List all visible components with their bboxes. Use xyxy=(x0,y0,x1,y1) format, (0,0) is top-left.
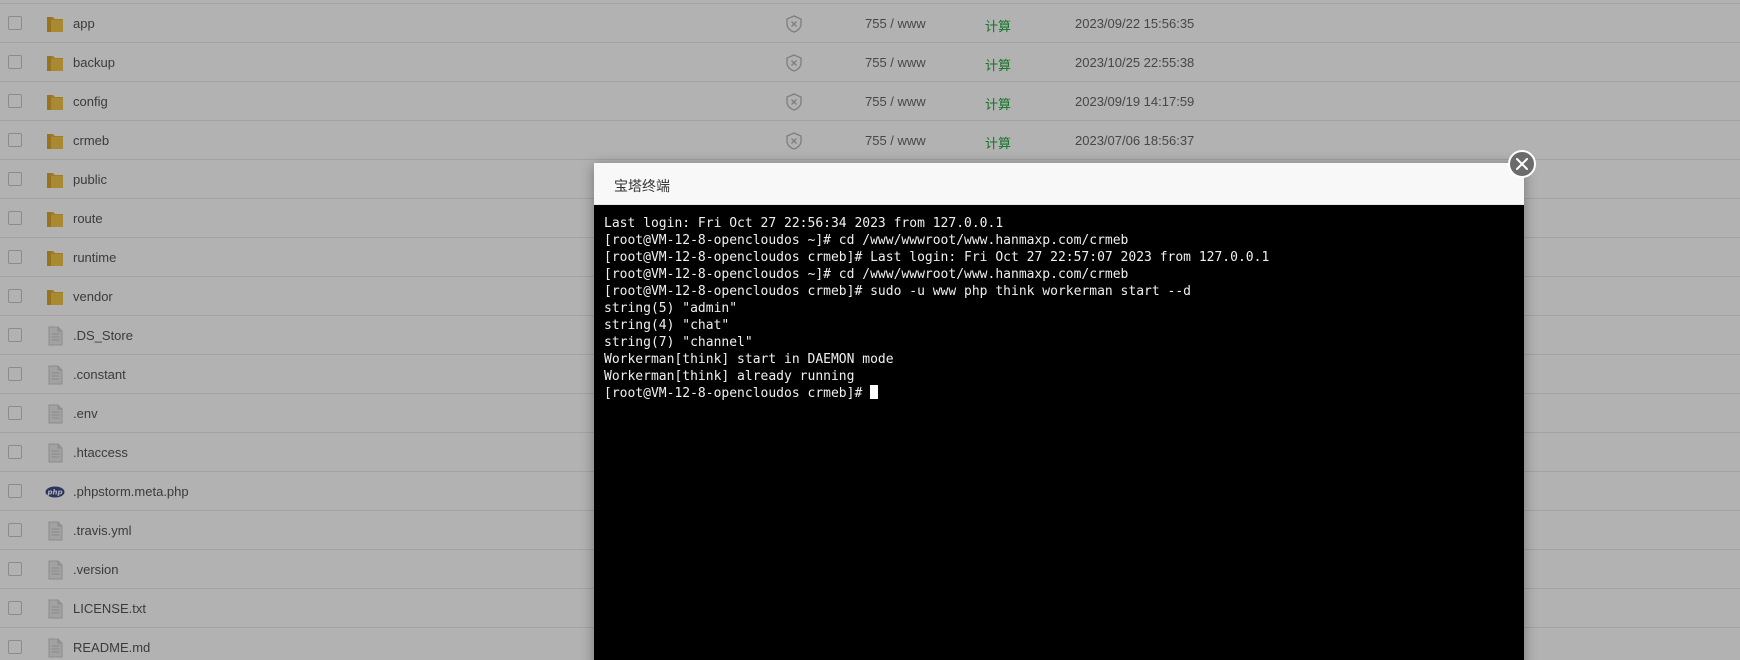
terminal-line: [root@VM-12-8-opencloudos crmeb]# sudo -… xyxy=(604,284,1191,299)
terminal-line: [root@VM-12-8-opencloudos crmeb]# xyxy=(604,385,1514,402)
terminal-line: [root@VM-12-8-opencloudos ~]# cd /www/ww… xyxy=(604,267,1129,282)
dialog-header: 宝塔终端 xyxy=(594,163,1524,205)
close-button[interactable] xyxy=(1508,150,1536,178)
terminal-output[interactable]: Last login: Fri Oct 27 22:56:34 2023 fro… xyxy=(604,215,1514,402)
terminal-line: string(4) "chat" xyxy=(604,318,730,333)
stage: app 755 / www 计算 2023/09/22 15:56:35 backup 7… xyxy=(0,0,1740,660)
terminal-line: string(5) "admin" xyxy=(604,301,738,316)
terminal-line: Workerman[think] already running xyxy=(604,369,855,384)
terminal-line: [root@VM-12-8-opencloudos crmeb]# Last l… xyxy=(604,250,1270,265)
close-icon xyxy=(1516,158,1528,170)
terminal-line: [root@VM-12-8-opencloudos ~]# cd /www/ww… xyxy=(604,233,1129,248)
terminal-line: Workerman[think] start in DAEMON mode xyxy=(604,352,894,367)
terminal-line: string(7) "channel" xyxy=(604,335,753,350)
dialog-title: 宝塔终端 xyxy=(614,178,670,194)
terminal-line: Last login: Fri Oct 27 22:56:34 2023 fro… xyxy=(604,216,1004,231)
terminal-cursor xyxy=(870,385,879,399)
terminal-dialog: 宝塔终端 Last login: Fri Oct 27 22:56:34 202… xyxy=(594,163,1524,660)
